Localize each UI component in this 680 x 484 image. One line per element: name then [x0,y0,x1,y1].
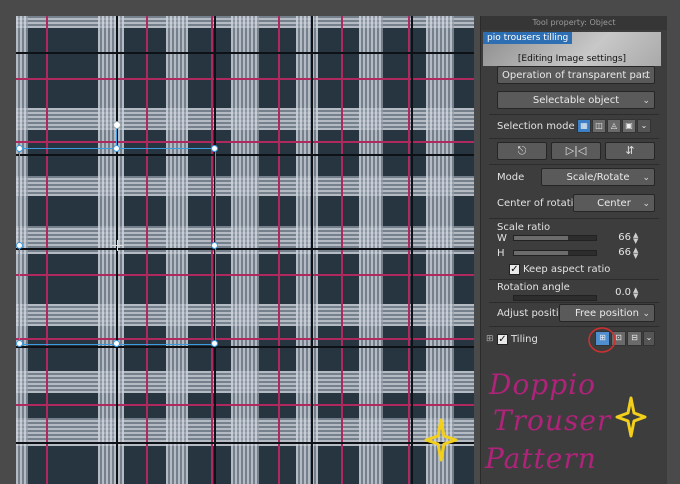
resize-handle-bottom[interactable] [113,340,120,347]
chevron-down-icon: ⌄ [642,199,650,209]
width-label: W [497,233,507,244]
resize-handle-top[interactable] [113,145,120,152]
resize-handle-top-left[interactable] [16,145,23,152]
divider [489,302,659,303]
plaid-line [16,404,474,406]
transparent-part-value: Operation of transparent part [502,70,650,81]
selectable-object-dropdown[interactable]: Selectable object ⌄ [497,91,655,109]
divider [489,326,659,327]
flip-vertical-icon: ⇵ [625,144,635,157]
rotation-spinner-icon[interactable]: ▲ ▼ [633,287,638,300]
tiling-label: Tiling [511,334,538,345]
handwritten-annotation: Doppio Trouser Pattern [481,362,667,484]
annotation-line-2: Trouser [493,404,612,437]
plaid-line [16,346,474,348]
divider [489,218,659,219]
transparent-part-dropdown[interactable]: Operation of transparent part ⌄ [497,66,655,84]
plaid-band [426,16,454,484]
editing-image-settings-label[interactable]: [Editing Image settings] [483,53,661,66]
expand-plus-icon[interactable]: ⊞ [486,334,494,344]
height-spinner-icon[interactable]: ▲ ▼ [633,247,638,260]
resize-handle-top-right[interactable] [211,145,218,152]
divider [489,279,659,280]
height-scale-slider[interactable] [513,250,597,256]
plaid-line [311,16,313,484]
red-highlight-circle [588,327,616,353]
mode-dropdown[interactable]: Scale/Rotate ⌄ [541,168,655,186]
panel-title: Tool property: Object [481,16,667,30]
chevron-down-icon: ⌄ [642,96,650,106]
center-of-rotation-value: Center [597,198,631,209]
rotation-angle-label: Rotation angle [497,282,570,293]
annotation-line-3: Pattern [485,442,597,475]
mode-label: Mode [497,172,525,183]
plaid-line [341,16,343,484]
select-add-icon[interactable]: ◫ [592,119,606,133]
sparkle-icon [424,418,458,462]
plaid-line [16,78,474,80]
adjust-position-value: Free position [574,308,639,319]
resize-handle-right[interactable] [211,242,218,249]
keep-aspect-ratio-label: Keep aspect ratio [523,264,611,275]
object-preview[interactable]: pio trousers tilling [Editing Image sett… [483,32,661,66]
resize-handle-bottom-right[interactable] [211,340,218,347]
rotation-center-crosshair-icon[interactable] [112,240,123,251]
chevron-down-icon: ⌄ [642,309,650,319]
selectable-object-value: Selectable object [532,95,620,106]
plaid-line [411,16,413,484]
rotation-angle-value[interactable]: 0.0 [607,287,631,298]
resize-handle-left[interactable] [16,242,23,249]
tool-property-panel: Tool property: Object pio trousers tilli… [480,16,667,484]
selection-mode-group: ▦ ◫ ◬ ▣ ⌄ [577,119,655,135]
divider [489,114,659,115]
plaid-band [359,16,383,484]
chevron-down-icon[interactable]: ⌄ [643,331,655,346]
plaid-band [296,16,318,484]
adjust-position-dropdown[interactable]: Free position ⌄ [559,304,655,322]
mode-value: Scale/Rotate [566,172,630,183]
selection-mode-label: Selection mode [497,121,575,132]
plaid-line [16,141,474,143]
plaid-line [16,442,474,444]
rotation-handle[interactable] [113,121,121,129]
sparkle-icon [615,396,647,438]
tiling-checkbox[interactable]: ✓ [497,334,508,345]
chevron-down-icon: ⌄ [642,173,650,183]
annotation-line-1: Doppio [489,368,596,401]
chevron-down-icon[interactable]: ⌄ [637,119,651,133]
height-scale-fill [514,251,569,255]
divider [489,164,659,165]
height-label: H [497,248,505,259]
tiling-flip-icon[interactable]: ⊟ [627,331,642,346]
plaid-line [278,16,280,484]
height-scale-value[interactable]: 66 [607,247,631,258]
width-scale-fill [514,236,569,240]
scale-ratio-label: Scale ratio [497,222,551,233]
width-scale-slider[interactable] [513,235,597,241]
width-spinner-icon[interactable]: ▲ ▼ [633,232,638,245]
plaid-band [231,16,259,484]
width-scale-value[interactable]: 66 [607,232,631,243]
flip-vertical-button[interactable]: ⇵ [605,142,655,160]
select-intersect-icon[interactable]: ▣ [622,119,636,133]
reset-rotation-button[interactable]: ⎋ [497,142,547,160]
keep-aspect-ratio-checkbox[interactable]: ✓ [509,264,520,275]
select-subtract-icon[interactable]: ◬ [607,119,621,133]
resize-handle-bottom-left[interactable] [16,340,23,347]
center-of-rotation-dropdown[interactable]: Center ⌄ [573,194,655,212]
rotation-angle-slider[interactable] [513,295,597,301]
divider [489,138,659,139]
select-single-icon[interactable]: ▦ [577,119,591,133]
flip-horizontal-icon: ▷|◁ [565,144,587,157]
plaid-line [16,52,474,54]
object-name: pio trousers tilling [483,32,573,44]
flip-horizontal-button[interactable]: ▷|◁ [551,142,601,160]
reset-rotation-icon: ⎋ [517,144,527,157]
chevron-down-icon: ⌄ [642,71,650,81]
plaid-line [408,16,410,484]
